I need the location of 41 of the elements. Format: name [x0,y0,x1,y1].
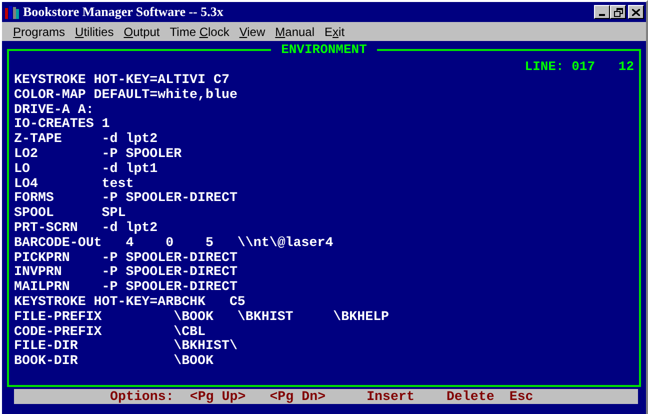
books-icon [4,4,20,20]
key-option[interactable]: Delete [446,389,494,404]
menu-item[interactable]: View [234,22,270,40]
config-line: COLOR-MAP DEFAULT=white,blue [14,88,238,103]
config-line: MAILPRN -P SPOOLER-DIRECT [14,280,238,295]
config-line: KEYSTROKE HOT-KEY=ALTIVI C7 [14,73,230,88]
config-line: PRT-SCRN -d lpt2 [14,220,158,236]
config-line: LO2 -P SPOOLER [14,146,182,162]
config-line: FILE-PREFIX \BOOK \BKHIST \BKHELP [14,310,390,325]
menu-item[interactable]: Output [118,22,165,40]
menu-item[interactable]: Manual [270,22,320,40]
config-line: Z-TAPE -d lpt2 [14,132,158,147]
config-line: INVPRN -P SPOOLER-DIRECT [14,265,238,280]
line-indicator: LINE: 017 12 [524,58,634,76]
menu-item[interactable]: Utilities [70,22,119,40]
options-label: Options: [110,389,174,404]
key-option[interactable]: <Pg Dn> [270,389,326,404]
minimize-button[interactable] [594,5,610,19]
config-line: BARCODE-OUt 4 0 5 \\nt\@laser4 [14,236,334,251]
window-title: Bookstore Manager Software -- 5.3x [23,3,224,22]
config-line: DRIVE-A A: [14,102,94,118]
key-option[interactable]: <Pg Up> [190,389,246,404]
config-line: SPOOL SPL [14,206,126,221]
menu-item[interactable]: Programs [8,22,70,40]
restore-icon [614,8,622,16]
config-line: FILE-DIR \BKHIST\ [14,339,238,354]
key-option[interactable]: Esc [509,389,534,404]
menu-item[interactable]: Time Clock [164,22,234,40]
config-line: FORMS -P SPOOLER-DIRECT [14,191,238,206]
config-line: LO4 test [14,176,134,192]
config-line: CODE-PREFIX \CBL [14,324,206,339]
config-line: KEYSTROKE HOT-KEY=ARBCHK C5 [14,294,246,310]
key-option[interactable]: Insert [366,389,414,404]
config-line: IO-CREATES 1 [14,117,110,132]
close-icon [632,8,640,16]
config-line: PICKPRN -P SPOOLER-DIRECT [14,250,238,266]
config-line: LO -d lpt1 [14,162,158,177]
close-button[interactable] [628,5,644,19]
menu-item[interactable]: Exit [320,22,350,40]
restore-button[interactable] [610,5,626,19]
config-line: BOOK-DIR \BOOK [14,354,214,369]
